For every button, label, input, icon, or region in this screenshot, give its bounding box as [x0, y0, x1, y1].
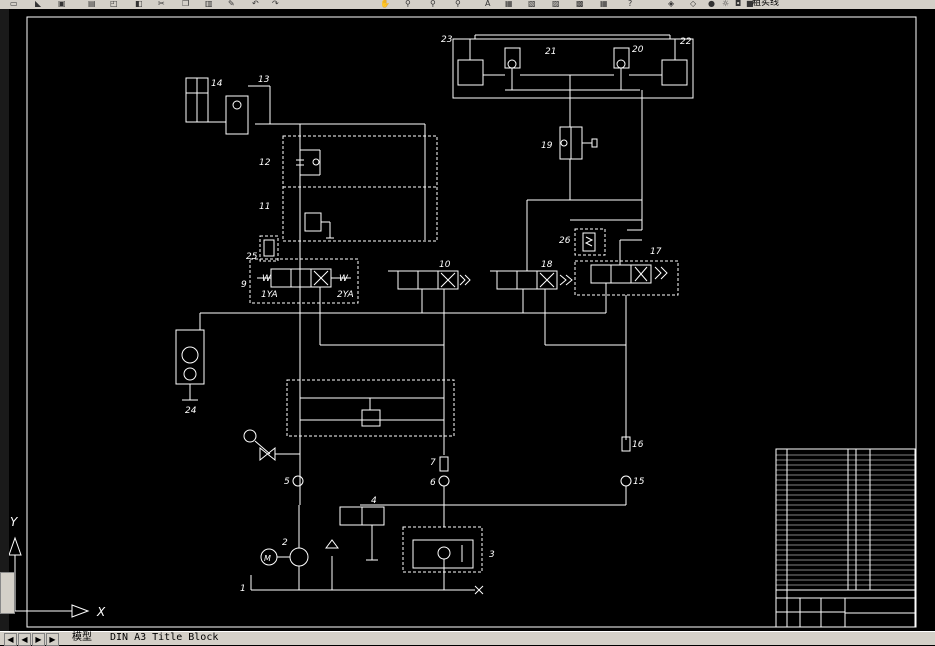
undo-icon[interactable]: ↶: [252, 0, 259, 8]
pump-24: [175, 329, 205, 385]
drawing-border: [26, 16, 917, 628]
label-11: 11: [259, 202, 270, 212]
label-2: 2: [282, 538, 288, 548]
pan-icon[interactable]: ✋: [380, 0, 390, 8]
lock-icon[interactable]: ◘: [735, 0, 741, 8]
cylinder-23: [457, 59, 484, 86]
parts-list-table: [775, 448, 916, 628]
label-17: 17: [650, 247, 662, 257]
label-3: 3: [489, 550, 495, 560]
copy-icon[interactable]: ❐: [182, 0, 189, 8]
properties-icon[interactable]: A: [485, 0, 490, 8]
relief-valve-11: [304, 212, 322, 232]
first-tab-icon[interactable]: ◀: [4, 633, 17, 646]
parts-list-rows: [776, 454, 915, 586]
label-12: 12: [259, 158, 271, 168]
cylinder-22: [661, 59, 688, 86]
sheet-set-icon[interactable]: ▨: [552, 0, 560, 8]
paste-icon[interactable]: ▥: [205, 0, 213, 8]
label-6: 6: [430, 478, 436, 488]
label-motor: M: [264, 554, 271, 563]
label-14: 14: [211, 79, 223, 89]
ucs-x-label: X: [96, 605, 106, 619]
label-18: 18: [541, 260, 553, 270]
label-26: 26: [559, 236, 571, 246]
design-center-icon[interactable]: ▦: [505, 0, 513, 8]
valve-20: [613, 47, 630, 69]
markup-icon[interactable]: ▩: [576, 0, 584, 8]
label-16: 16: [632, 440, 644, 450]
prev-tab-icon[interactable]: ◀: [18, 633, 31, 646]
valve-10: [397, 270, 459, 290]
cylinder-group-frame: [452, 38, 694, 99]
match-icon[interactable]: ✎: [228, 0, 235, 8]
label-15: 15: [633, 477, 645, 487]
check-valve-6: [438, 475, 450, 487]
check-valve-5: [292, 475, 304, 487]
last-tab-icon[interactable]: ▶: [46, 633, 59, 646]
tool-palette-icon[interactable]: ▧: [528, 0, 536, 8]
label-19: 19: [541, 141, 553, 151]
label-13: 13: [258, 75, 270, 85]
valve-group-11-12: [282, 135, 438, 242]
check-valve-15: [620, 475, 632, 487]
left-scroll-strip: [0, 9, 9, 631]
label-1ya: 1YA: [261, 290, 278, 300]
cut-icon[interactable]: ✂: [158, 0, 165, 8]
layer-manager-icon[interactable]: ◈: [668, 0, 674, 8]
tab-model[interactable]: 模型: [72, 632, 92, 644]
filter-tank: [325, 539, 339, 549]
valve-middle: [361, 409, 381, 427]
label-7: 7: [430, 458, 436, 468]
label-10: 10: [439, 260, 451, 270]
zoom-window-icon[interactable]: ⚲: [430, 0, 436, 8]
zoom-realtime-icon[interactable]: ⚲: [405, 0, 411, 8]
print-icon[interactable]: ▤: [88, 0, 96, 8]
open-icon[interactable]: ◣: [35, 0, 41, 8]
preview-icon[interactable]: ◰: [110, 0, 118, 8]
label-5: 5: [284, 477, 290, 487]
pressure-gauge: [243, 429, 257, 443]
label-9: 9: [241, 280, 247, 290]
zoom-previous-icon[interactable]: ⚲: [455, 0, 461, 8]
tab-layout[interactable]: DIN A3 Title Block: [110, 632, 218, 644]
ucs-y-label: Y: [10, 515, 19, 529]
new-icon[interactable]: ▭: [10, 0, 18, 8]
calculator-icon[interactable]: ▦: [600, 0, 608, 8]
valve-group-3: [402, 526, 483, 573]
valve-9: [270, 268, 332, 288]
valve-18: [496, 270, 558, 290]
label-25: 25: [246, 252, 258, 262]
side-palette[interactable]: [0, 572, 15, 614]
layer-dropdown[interactable]: 粗实线: [752, 0, 779, 9]
drawing-canvas[interactable]: 23 21 20 22 13 14 19 12 11 26 17 18 10 2…: [0, 9, 935, 631]
valve-17: [590, 264, 652, 284]
label-4: 4: [371, 496, 377, 506]
help-icon[interactable]: ?: [628, 0, 632, 8]
valve-13: [225, 95, 249, 135]
label-23: 23: [441, 35, 453, 45]
label-22: 22: [680, 37, 692, 47]
label-1: 1: [240, 584, 246, 594]
sun-icon[interactable]: ☼: [722, 0, 729, 8]
label-20: 20: [632, 45, 644, 55]
layout-tab-bar: ◀ ◀ ▶ ▶ 模型 DIN A3 Title Block: [0, 631, 935, 646]
valve-21: [504, 47, 521, 69]
valve-4: [339, 506, 363, 526]
hydraulic-schematic: 23 21 20 22 13 14 19 12 11 26 17 18 10 2…: [8, 16, 917, 628]
pump-2: [289, 547, 309, 567]
light-bulb-icon[interactable]: ●: [708, 0, 715, 8]
label-w-right: W: [339, 274, 349, 284]
label-21: 21: [545, 47, 556, 57]
layer-state-icon[interactable]: ◇: [690, 0, 696, 8]
label-2ya: 2YA: [337, 290, 354, 300]
redo-icon[interactable]: ↷: [272, 0, 279, 8]
filter-7: [439, 456, 449, 472]
next-tab-icon[interactable]: ▶: [32, 633, 45, 646]
label-24: 24: [185, 406, 197, 416]
label-w-left: W: [262, 274, 272, 284]
save-icon[interactable]: ▣: [58, 0, 66, 8]
publish-icon[interactable]: ◧: [135, 0, 143, 8]
